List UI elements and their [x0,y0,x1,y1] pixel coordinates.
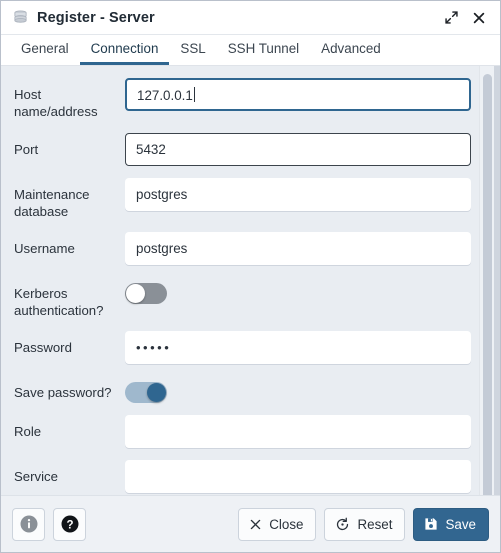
server-stack-icon [12,10,28,26]
maintenance-database-label: Maintenance database [14,187,90,219]
kerberos-authentication-label: Kerberos authentication? [14,286,104,318]
svg-text:?: ? [66,519,73,531]
scrollbar-thumb[interactable] [483,74,492,495]
reset-button[interactable]: Reset [324,507,406,541]
save-button-label: Save [445,516,476,532]
save-password-toggle[interactable] [125,382,167,403]
password-value: ••••• [136,340,172,355]
background-window-edge [494,66,500,495]
kerberos-authentication-toggle[interactable] [125,283,167,304]
field-row-password: Password ••••• [1,331,479,364]
form-scrollbar[interactable] [479,66,494,495]
close-button-label: Close [269,516,304,532]
username-control: postgres [125,232,479,265]
field-row-role: Role [1,415,479,448]
port-label: Port [14,142,39,157]
dialog-footer: ? Close Reset Save [1,495,500,552]
maintenance-database-control: postgres [125,178,479,211]
service-input[interactable] [125,460,471,493]
maximize-icon[interactable] [440,7,462,29]
tab-advanced[interactable]: Advanced [310,35,392,65]
save-disk-icon [424,517,438,531]
connection-form: Host name/address 127.0.0.1 Port 5432 Ma… [1,66,479,495]
tab-connection[interactable]: Connection [79,35,170,65]
tab-general[interactable]: General [10,35,80,65]
dialog-title: Register - Server [37,9,155,26]
role-input[interactable] [125,415,471,448]
password-input[interactable]: ••••• [125,331,471,364]
field-row-maintenance-db: Maintenance database postgres [1,178,479,220]
close-icon[interactable] [468,7,490,29]
field-row-host: Host name/address 127.0.0.1 [1,78,479,120]
password-control: ••••• [125,331,479,364]
tab-ssh-tunnel[interactable]: SSH Tunnel [217,35,310,65]
username-input[interactable]: postgres [125,232,471,265]
field-row-username: Username postgres [1,232,479,265]
kerberos-control [125,277,479,304]
host-control: 127.0.0.1 [125,78,479,111]
host-value: 127.0.0.1 [137,88,193,103]
dialog-titlebar: Register - Server [1,1,500,35]
toggle-knob [126,284,145,303]
help-button[interactable]: ? [53,507,86,541]
reset-icon [335,517,350,532]
save-password-control [125,376,479,403]
register-server-dialog: Register - Server General Connection SSL… [0,0,501,553]
maintenance-database-input[interactable]: postgres [125,178,471,211]
role-label: Role [14,424,42,439]
service-control [125,460,479,493]
save-button[interactable]: Save [413,507,489,541]
reset-button-label: Reset [357,516,393,532]
username-label: Username [14,241,75,256]
tab-bar: General Connection SSL SSH Tunnel Advanc… [1,35,500,66]
connection-form-panel: Host name/address 127.0.0.1 Port 5432 Ma… [1,66,500,495]
info-button[interactable] [12,507,45,541]
port-input[interactable]: 5432 [125,133,471,166]
tab-ssl[interactable]: SSL [169,35,216,65]
close-icon [249,518,262,531]
password-label: Password [14,340,72,355]
host-input[interactable]: 127.0.0.1 [125,78,471,111]
close-button[interactable]: Close [238,507,317,541]
field-row-kerberos: Kerberos authentication? [1,277,479,319]
text-caret [193,87,195,102]
service-label: Service [14,469,58,484]
field-row-port: Port 5432 [1,133,479,166]
role-control [125,415,479,448]
port-control: 5432 [125,133,479,166]
toggle-knob [147,383,166,402]
host-label: Host name/address [14,87,98,119]
save-password-label: Save password? [14,385,112,400]
field-row-service: Service [1,460,479,493]
field-row-save-password: Save password? [1,376,479,403]
